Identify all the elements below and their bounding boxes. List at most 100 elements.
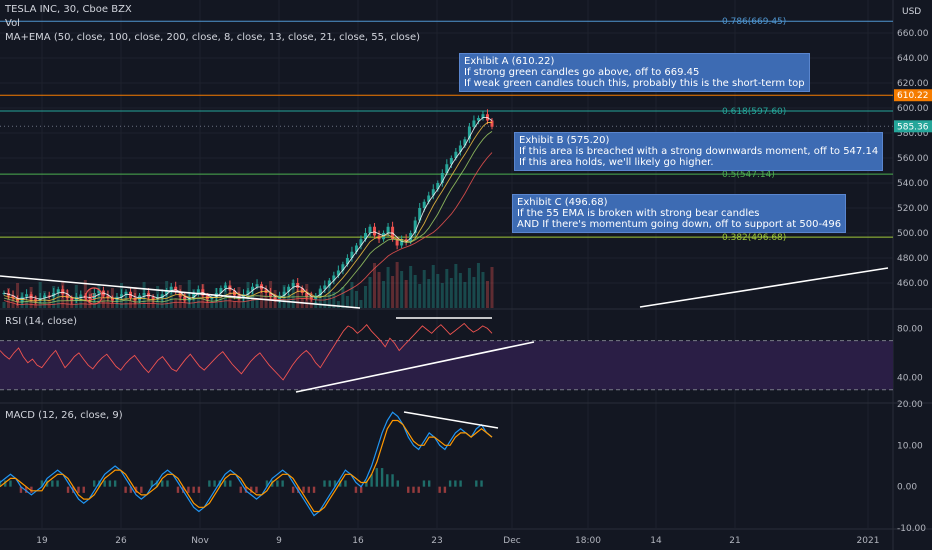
macd-histogram-bar — [113, 480, 117, 487]
time-axis-tick: Nov — [191, 536, 209, 546]
symbol-title[interactable]: TESLA INC, 30, Cboe BZX — [5, 4, 132, 16]
candle-body — [472, 120, 476, 127]
macd-histogram-bar — [475, 480, 478, 487]
macd-histogram-bar — [448, 480, 452, 487]
volume-bar — [264, 295, 268, 308]
time-axis-tick: 23 — [431, 536, 442, 546]
candle-body — [79, 295, 83, 297]
volume-bar — [467, 268, 471, 308]
annotation-line: If strong green candles go above, off to… — [464, 67, 700, 78]
macd-axis-tick: 0.00 — [897, 483, 917, 493]
macd-histogram-bar — [344, 480, 347, 487]
volume-bar — [440, 283, 444, 308]
volume-bar — [2, 302, 6, 308]
volume-bar — [350, 282, 354, 308]
macd-histogram-bar — [291, 486, 295, 493]
macd-histogram-bar — [56, 480, 59, 487]
rsi-label[interactable]: RSI (14, close) — [5, 316, 77, 328]
volume-bar — [418, 284, 422, 308]
volume-bar — [400, 271, 404, 308]
macd-histogram-bar — [323, 480, 326, 487]
volume-bar — [174, 299, 178, 308]
volume-bar — [427, 279, 431, 308]
candle-body — [210, 298, 214, 300]
candle-body — [422, 201, 426, 208]
price-axis-tick: 460.00 — [897, 279, 929, 289]
fib-level-label: 0.5(547.14) — [722, 170, 775, 180]
macd-histogram-bar — [229, 480, 232, 487]
volume-bar — [458, 273, 462, 308]
volume-bar — [354, 291, 358, 308]
annotation-line: If the 55 EMA is broken with strong bear… — [517, 208, 760, 219]
price-axis-tick: 660.00 — [897, 29, 929, 39]
macd-histogram-bar — [417, 486, 420, 493]
price-axis-tick: 560.00 — [897, 154, 929, 164]
macd-axis-tick: -10.00 — [897, 524, 926, 534]
time-axis-tick: 9 — [276, 536, 282, 546]
volume-bar — [395, 262, 399, 308]
macd-histogram-bar — [354, 486, 358, 493]
macd-histogram-bar — [192, 486, 195, 493]
annotation-exhibit-c[interactable]: Exhibit C (496.68) If the 55 EMA is brok… — [512, 194, 847, 233]
volume-bar — [476, 263, 480, 308]
annotation-exhibit-b[interactable]: Exhibit B (575.20) If this area is breac… — [514, 132, 884, 171]
price-axis-tick: 600.00 — [897, 104, 929, 114]
macd-histogram-bar — [9, 480, 12, 487]
price-axis-tick: 500.00 — [897, 229, 929, 239]
macd-histogram-bar — [66, 486, 70, 493]
macd-histogram-bar — [412, 486, 415, 493]
time-axis-tick: 19 — [36, 536, 48, 546]
volume-bar — [196, 298, 200, 308]
time-axis-tick: 18:00 — [575, 536, 601, 546]
candle-body — [386, 226, 390, 233]
macd-histogram-bar — [124, 486, 127, 493]
macd-histogram-bar — [407, 486, 410, 493]
macd-histogram-bar — [391, 474, 394, 487]
volume-bar — [431, 265, 435, 308]
macd-histogram-bar — [302, 486, 305, 493]
macd-histogram-bar — [375, 468, 379, 487]
macd-histogram-bar — [328, 480, 331, 487]
macd-histogram-bar — [82, 486, 85, 493]
annotation-line: AND If there's momentum going down, off … — [517, 219, 842, 230]
macd-axis-tick: 20.00 — [897, 400, 923, 410]
volume-bar — [377, 272, 381, 308]
macd-histogram-bar — [223, 480, 227, 487]
earnings-marker-label: E — [90, 293, 96, 303]
candle-body — [476, 118, 480, 121]
volume-bar — [129, 301, 133, 308]
volume-bar — [485, 281, 489, 308]
volume-label[interactable]: Vol — [5, 18, 20, 30]
time-axis-tick: 26 — [115, 536, 127, 546]
price-axis-tick: 640.00 — [897, 54, 929, 64]
macd-histogram-bar — [166, 480, 169, 487]
chart-root: 0.786(669.45) 0.618(597.60) 0.5(547.14) 0.3… — [0, 0, 932, 550]
macd-histogram-bar — [255, 486, 258, 493]
macd-histogram-bar — [422, 480, 426, 487]
macd-histogram-bar — [103, 480, 106, 487]
macd-histogram-bar — [443, 486, 447, 493]
annotation-line: If weak green candles touch this, probab… — [464, 78, 805, 89]
annotation-line: If this area holds, we'll likely go high… — [519, 157, 714, 168]
candle-body — [255, 284, 259, 287]
macd-label[interactable]: MACD (12, 26, close, 9) — [5, 410, 123, 422]
candle-body — [291, 283, 295, 287]
macd-histogram-bar — [187, 486, 190, 493]
candle-body — [196, 289, 200, 293]
volume-bar — [368, 277, 372, 308]
price-axis-tick: 520.00 — [897, 204, 929, 214]
macd-histogram-bar — [176, 486, 180, 493]
annotation-exhibit-a[interactable]: Exhibit A (610.22) If strong green candl… — [459, 53, 810, 92]
volume-bar — [490, 267, 494, 308]
resistance-price-tag: 610.22 — [897, 91, 929, 101]
candle-body — [490, 120, 494, 127]
macd-histogram-bar — [108, 480, 112, 487]
macd-histogram-bar — [438, 486, 441, 493]
macd-histogram-bar — [386, 474, 389, 487]
time-axis-tick: 14 — [650, 536, 662, 546]
macd-histogram-bar — [77, 486, 80, 493]
rsi-axis-tick: 80.00 — [897, 324, 923, 334]
rsi-band-fill — [0, 340, 893, 390]
macd-histogram-bar — [454, 480, 457, 487]
ma-ema-label[interactable]: MA+EMA (50, close, 100, close, 200, clos… — [5, 32, 420, 44]
